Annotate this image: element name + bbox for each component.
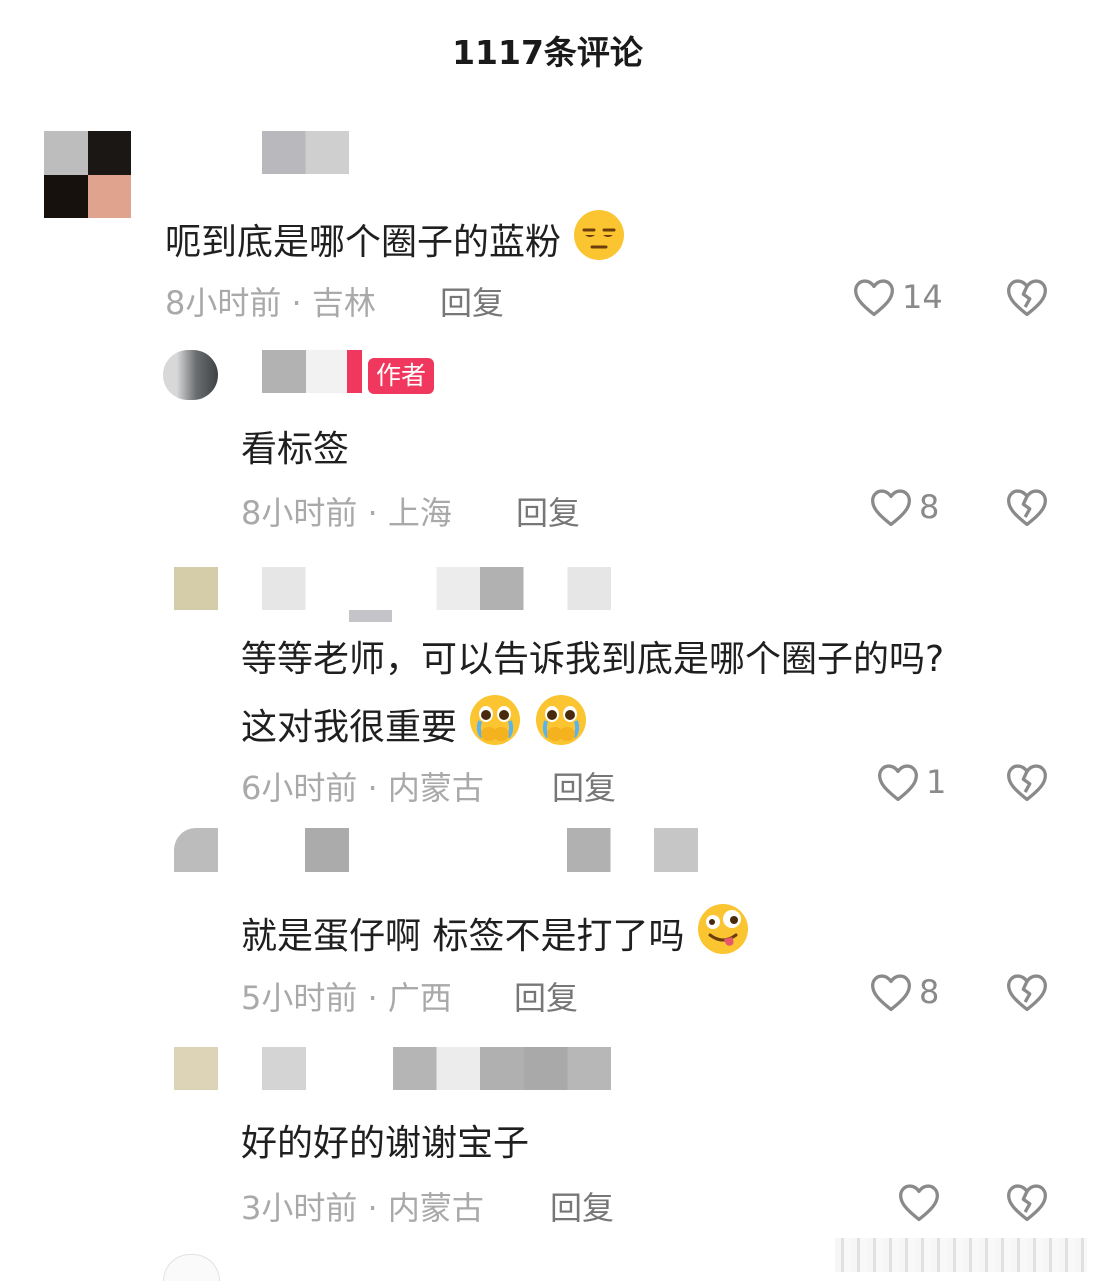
comment-location: 内蒙古 xyxy=(387,1189,484,1227)
unamused-face-emoji xyxy=(572,208,626,271)
separator: · xyxy=(367,494,378,532)
separator: · xyxy=(367,769,378,807)
comment-location: 广西 xyxy=(387,979,452,1017)
comment-text: 看标签 xyxy=(241,429,350,470)
watermark xyxy=(835,1238,1087,1272)
broken-heart-icon xyxy=(1005,971,1049,1013)
avatar[interactable] xyxy=(174,828,218,872)
broken-heart-icon xyxy=(1005,276,1049,318)
dislike-button[interactable] xyxy=(1005,761,1049,803)
separator: · xyxy=(367,979,378,1017)
avatar[interactable] xyxy=(44,131,131,218)
comment-time: 8小时前 xyxy=(165,284,282,322)
comment-meta: 6小时前 · 内蒙古 xyxy=(241,763,484,809)
pleading-face-holding-tears-emoji xyxy=(534,693,588,756)
redacted-strip xyxy=(349,610,392,622)
reply-button[interactable]: 回复 xyxy=(550,1183,614,1229)
heart-outline-icon xyxy=(852,276,896,318)
username-redacted[interactable] xyxy=(262,131,349,174)
reply-button[interactable]: 回复 xyxy=(552,763,616,809)
separator: · xyxy=(291,284,302,322)
comment-location: 内蒙古 xyxy=(387,769,484,807)
avatar[interactable] xyxy=(174,1047,218,1090)
comment-time: 5小时前 xyxy=(241,979,358,1017)
username-redacted[interactable] xyxy=(262,567,611,610)
heart-outline-icon xyxy=(869,971,913,1013)
like-button[interactable]: 14 xyxy=(852,276,943,318)
heart-outline-icon xyxy=(876,761,920,803)
username-redacted[interactable] xyxy=(567,828,698,872)
like-button[interactable]: 8 xyxy=(869,486,939,528)
comment-text: 等等老师，可以告诉我到底是哪个圈子的吗? xyxy=(241,639,945,680)
comment-text: 呃到底是哪个圈子的蓝粉 xyxy=(165,208,626,271)
username-redacted[interactable] xyxy=(262,1047,306,1090)
like-count: 8 xyxy=(919,488,940,526)
heart-outline-icon xyxy=(897,1181,941,1223)
reply-button[interactable]: 回复 xyxy=(514,973,578,1019)
like-button[interactable]: 8 xyxy=(869,971,939,1013)
heart-outline-icon xyxy=(869,486,913,528)
comment-text: 这对我很重要 xyxy=(241,693,588,756)
dislike-button[interactable] xyxy=(1005,971,1049,1013)
broken-heart-icon xyxy=(1005,761,1049,803)
comment-meta: 8小时前 · 上海 xyxy=(241,488,452,534)
like-count: 14 xyxy=(902,278,943,316)
like-button[interactable] xyxy=(897,1181,947,1223)
username-redacted[interactable] xyxy=(305,828,349,872)
comment-time: 6小时前 xyxy=(241,769,358,807)
avatar[interactable] xyxy=(163,1254,220,1281)
comment-meta: 3小时前 · 内蒙古 xyxy=(241,1183,484,1229)
avatar[interactable] xyxy=(174,567,218,610)
comments-count-title: 1117条评论 xyxy=(452,33,643,72)
avatar[interactable] xyxy=(163,350,218,400)
like-button[interactable]: 1 xyxy=(876,761,946,803)
comment-location: 吉林 xyxy=(311,284,376,322)
author-badge: 作者 xyxy=(368,358,435,394)
like-count: 1 xyxy=(926,763,947,801)
separator: · xyxy=(367,1189,378,1227)
comment-time: 3小时前 xyxy=(241,1189,358,1227)
broken-heart-icon xyxy=(1005,486,1049,528)
comment-location: 上海 xyxy=(387,494,452,532)
broken-heart-icon xyxy=(1005,1181,1049,1223)
comment-text: 好的好的谢谢宝子 xyxy=(241,1123,530,1164)
pleading-face-holding-tears-emoji xyxy=(468,693,522,756)
comment-meta: 5小时前 · 广西 xyxy=(241,973,452,1019)
zany-face-emoji xyxy=(696,902,750,965)
reply-button[interactable]: 回复 xyxy=(516,488,580,534)
username-redacted[interactable] xyxy=(262,350,362,393)
comment-time: 8小时前 xyxy=(241,494,358,532)
username-redacted[interactable] xyxy=(393,1047,611,1090)
dislike-button[interactable] xyxy=(1005,486,1049,528)
reply-button[interactable]: 回复 xyxy=(440,278,504,324)
comment-text: 就是蛋仔啊 标签不是打了吗 xyxy=(241,902,750,965)
dislike-button[interactable] xyxy=(1005,276,1049,318)
dislike-button[interactable] xyxy=(1005,1181,1049,1223)
comment-meta: 8小时前 · 吉林 xyxy=(165,278,376,324)
like-count: 8 xyxy=(919,973,940,1011)
